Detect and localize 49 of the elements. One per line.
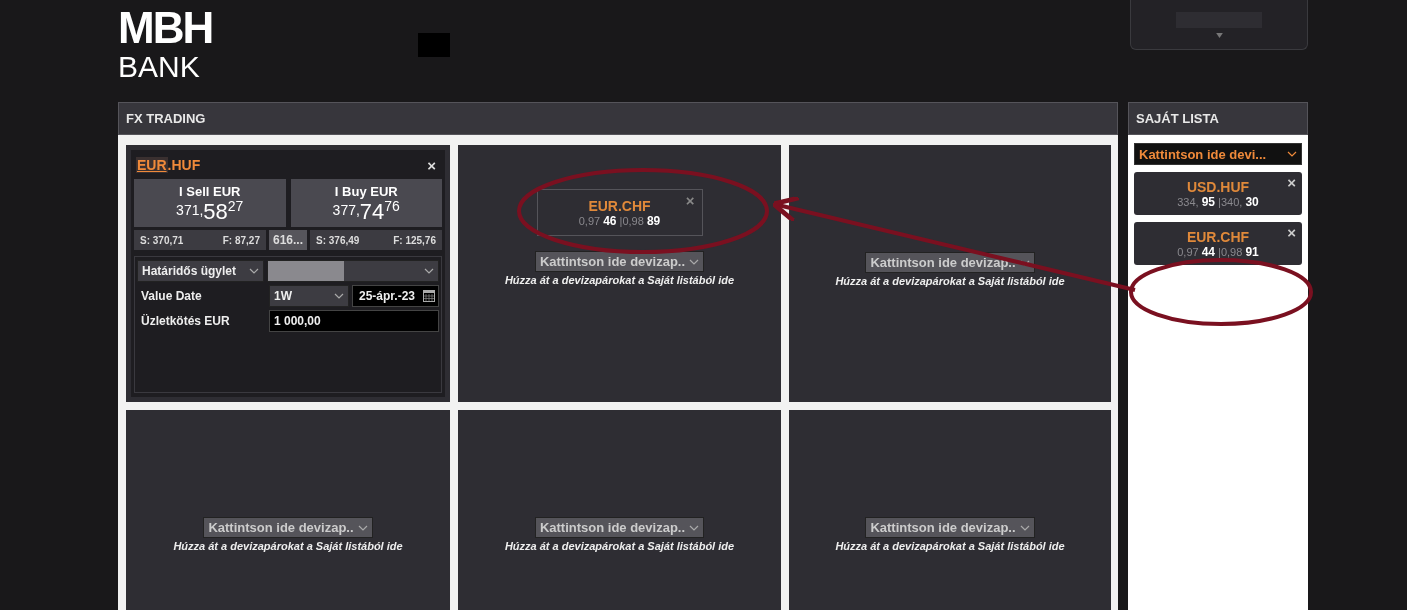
rate-quote: 0,97 44 |0,98 91 xyxy=(1177,244,1259,259)
chevron-down-icon xyxy=(689,258,700,265)
currency-pair-dropdown[interactable]: Kattintson ide devizap.. xyxy=(534,517,705,538)
rate-label: S: 370,71 xyxy=(140,234,184,246)
amount-field[interactable]: 1 000,00 xyxy=(269,310,439,332)
close-button[interactable]: × xyxy=(1283,224,1300,241)
currency-pair-dropdown[interactable]: Kattintson ide devizap.. xyxy=(865,252,1035,273)
drag-hint: Húzza át a devizapárokat a Saját listából ide xyxy=(504,274,735,286)
deal-type-dropdown[interactable]: Határidős ügylet xyxy=(137,260,264,282)
chevron-down-icon xyxy=(424,268,434,274)
panel-header: FX TRADING xyxy=(118,102,1118,135)
field-label: Value Date xyxy=(140,289,203,303)
rate-label: F: 125,76 xyxy=(393,234,436,246)
currency-pair-card[interactable]: USD.HUF × 334, 95 |340, 30 xyxy=(1134,172,1302,215)
dropdown[interactable] xyxy=(267,260,439,282)
drag-hint: Húzza át a devizapárokat a Saját listából ide xyxy=(173,540,403,552)
calendar-icon[interactable] xyxy=(423,290,435,302)
chevron-down-icon xyxy=(1019,524,1030,531)
field-label: Üzletkötés EUR xyxy=(140,314,231,328)
chevron-down-icon xyxy=(357,524,368,531)
chevron-down-icon xyxy=(249,268,259,274)
currency-pair-dropdown[interactable]: Kattintson ide devi... xyxy=(1134,143,1302,165)
close-button[interactable]: × xyxy=(681,192,699,209)
rate-quote: 334, 95 |340, 30 xyxy=(1177,194,1259,209)
currency-pair-dropdown[interactable]: Kattintson ide devizap.. xyxy=(534,251,705,272)
tenor-dropdown[interactable]: 1W xyxy=(269,285,349,307)
chevron-down-icon xyxy=(689,524,700,531)
currency-pair-title: EUR.HUF xyxy=(136,157,201,173)
rate-quote: 0,97 46 |0,98 89 xyxy=(578,213,661,228)
currency-pair-dropdown[interactable]: Kattintson ide devizap.. xyxy=(203,517,373,538)
rate-label: S: 376,49 xyxy=(316,234,360,246)
currency-pair-card[interactable]: EUR.CHF × 0,97 44 |0,98 91 xyxy=(1134,222,1302,265)
drag-hint: Húzza át a devizapárokat a Saját listából ide xyxy=(504,540,735,552)
currency-pair-dropdown[interactable]: Kattintson ide devizap.. xyxy=(865,517,1035,538)
drag-hint: Húzza át a devizapárokat a Saját listából ide xyxy=(835,540,1065,552)
currency-pair-card[interactable]: EUR.CHF × 0,97 46 |0,98 89 xyxy=(536,189,703,236)
chevron-down-icon xyxy=(1287,151,1297,157)
logo-wordmark: BANK xyxy=(118,52,201,82)
panel-header: SAJÁT LISTA xyxy=(1128,102,1308,135)
rate-label: F: 87,27 xyxy=(222,234,260,246)
logo-mark: MBH xyxy=(118,6,214,50)
drag-hint: Húzza át a devizapárokat a Saját listából ide xyxy=(835,275,1065,287)
redacted-block xyxy=(418,33,450,57)
close-button[interactable]: × xyxy=(1283,174,1300,191)
chevron-down-icon xyxy=(334,293,344,299)
spread-value: 616... xyxy=(269,230,307,250)
date-field[interactable]: 25-ápr.-23 xyxy=(352,285,439,307)
close-button[interactable]: × xyxy=(423,156,440,174)
triangle-down-icon xyxy=(1215,33,1223,38)
